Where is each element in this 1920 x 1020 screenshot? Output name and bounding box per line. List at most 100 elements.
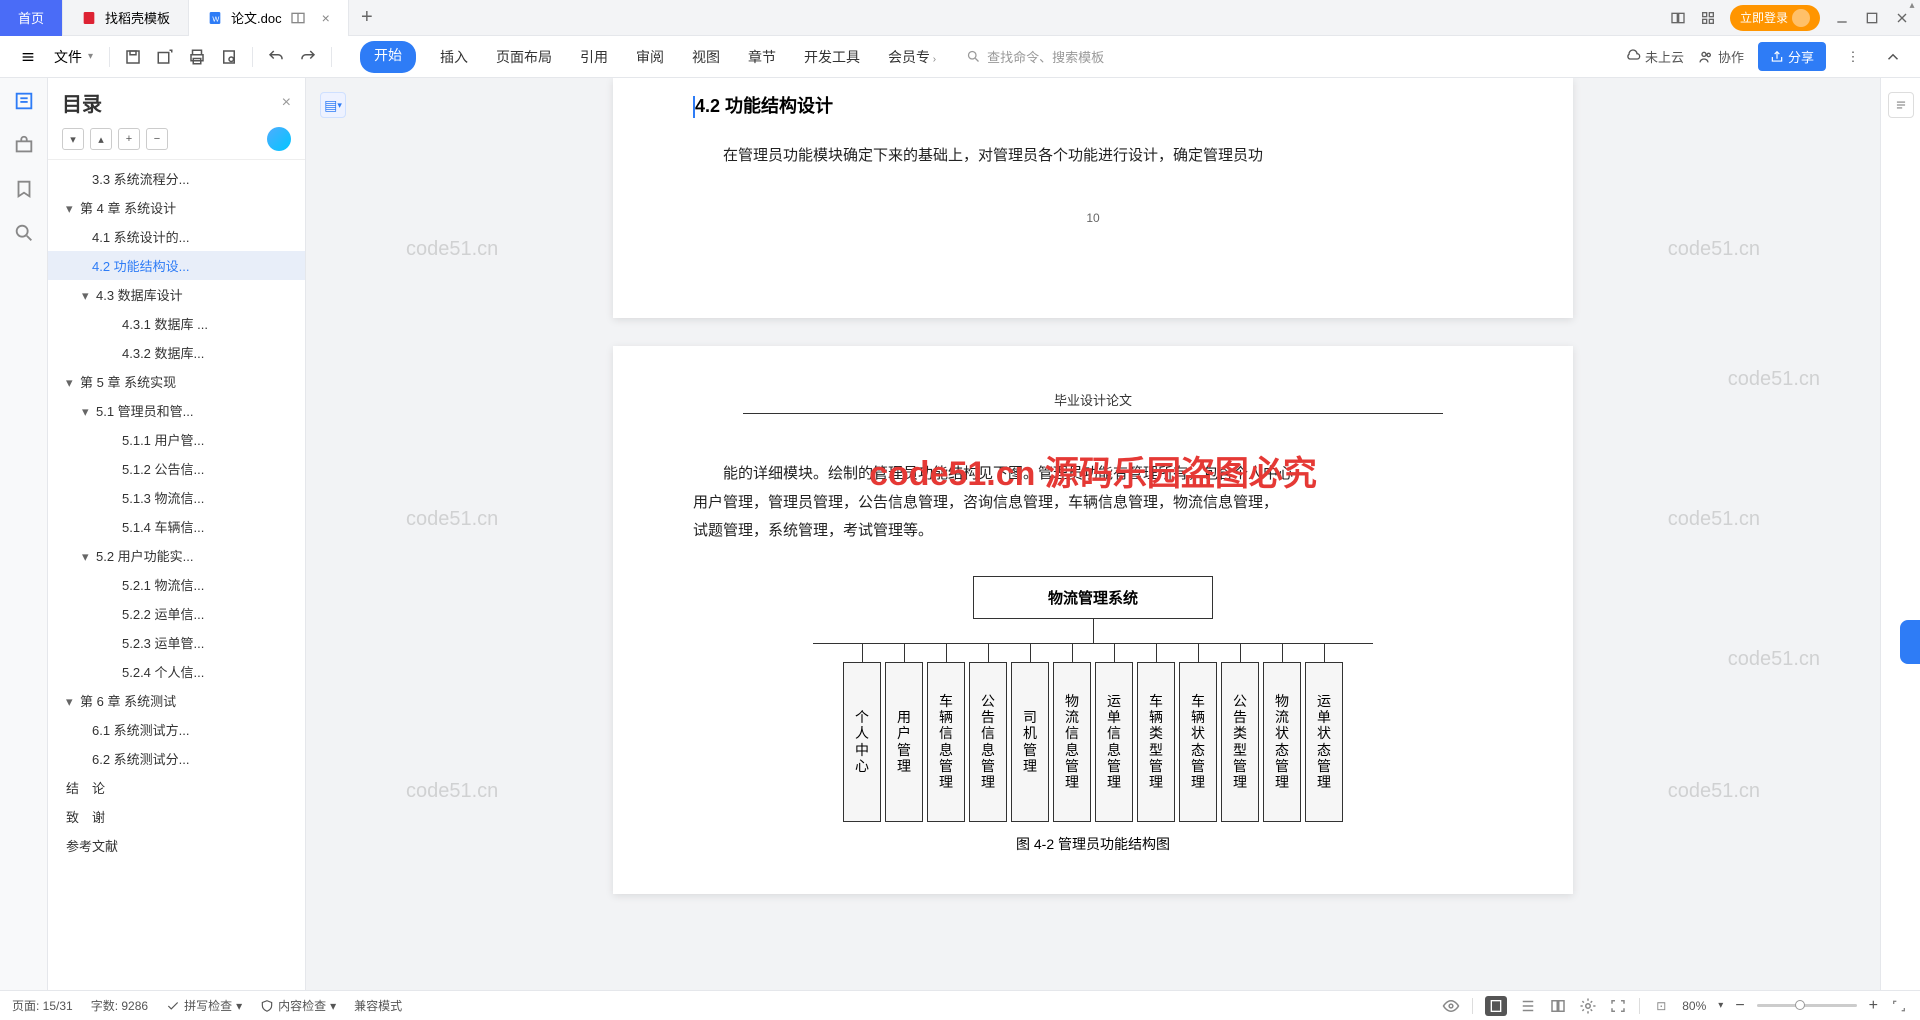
login-label: 立即登录 <box>1740 9 1788 26</box>
chevron-up-icon <box>1884 48 1902 66</box>
split-icon[interactable] <box>290 10 306 26</box>
tree-item[interactable]: ▾4.3 数据库设计 <box>48 280 305 309</box>
tree-item[interactable]: 结 论 <box>48 773 305 802</box>
tree-item[interactable]: 5.1.4 车辆信... <box>48 512 305 541</box>
collapse-ribbon-button[interactable] <box>1880 44 1906 70</box>
tree-item[interactable]: 3.3 系统流程分... <box>48 164 305 193</box>
ribbon-pagelayout[interactable]: 页面布局 <box>492 41 556 73</box>
tree-item[interactable]: ▾第 6 章 系统测试 <box>48 686 305 715</box>
scroll-up-icon[interactable]: ▴ <box>1904 0 1920 16</box>
page: 毕业设计论文 code51.cn 源码乐园盗图必究 能的详细模块。绘制的管理员功… <box>613 346 1573 894</box>
new-tab-button[interactable]: + <box>349 6 385 29</box>
eye-icon[interactable] <box>1442 997 1460 1015</box>
login-button[interactable]: 立即登录 <box>1730 5 1820 31</box>
org-node: 车辆信息管理 <box>927 662 965 822</box>
tab-label: 论文.doc <box>231 8 282 27</box>
org-node: 物流信息管理 <box>1053 662 1091 822</box>
ribbon-view[interactable]: 视图 <box>688 41 724 73</box>
minimize-icon[interactable] <box>1834 10 1850 26</box>
page-nav-button[interactable]: ▤▾ <box>320 92 346 118</box>
tree-item[interactable]: 致 谢 <box>48 802 305 831</box>
apps-icon[interactable] <box>1700 10 1716 26</box>
tree-item[interactable]: 参考文献 <box>48 831 305 860</box>
undo-icon <box>267 48 285 66</box>
fit-width-icon[interactable]: ⊡ <box>1652 997 1670 1015</box>
ai-button[interactable] <box>267 127 291 151</box>
view-web-icon[interactable] <box>1549 997 1567 1015</box>
status-bar: 页面: 15/31 字数: 9286 拼写检查 ▾ 内容检查 ▾ 兼容模式 ⊡ … <box>0 990 1920 1020</box>
outline-close-button[interactable]: × <box>282 94 291 112</box>
more-button[interactable]: ⋮ <box>1840 44 1866 70</box>
tree-item[interactable]: 5.2.2 运单信... <box>48 599 305 628</box>
fullscreen-icon[interactable] <box>1890 997 1908 1015</box>
layout-icon[interactable] <box>1670 10 1686 26</box>
undo-button[interactable] <box>263 44 289 70</box>
document-viewport[interactable]: ▤▾ code51.cn code51.cn code51.cn code51.… <box>306 78 1880 990</box>
expand-all-button[interactable]: ▴ <box>90 128 112 150</box>
bookmark-icon[interactable] <box>13 178 35 200</box>
zoom-display[interactable]: 80% <box>1682 999 1706 1013</box>
hamburger-button[interactable] <box>14 45 42 69</box>
tree-item[interactable]: 5.1.3 物流信... <box>48 483 305 512</box>
content-check[interactable]: 内容检查 ▾ <box>260 997 336 1014</box>
toolbox-icon[interactable] <box>13 134 35 156</box>
vertical-scrollbar[interactable]: ▴ <box>1904 0 1920 1020</box>
tree-item[interactable]: 4.1 系统设计的... <box>48 222 305 251</box>
zoom-out-button[interactable]: − <box>1735 997 1744 1015</box>
tree-item[interactable]: ▾5.1 管理员和管... <box>48 396 305 425</box>
tab-templates[interactable]: 找稻壳模板 <box>63 0 189 36</box>
tab-home[interactable]: 首页 <box>0 0 63 36</box>
ribbon-member[interactable]: 会员专 › <box>884 41 940 73</box>
fit-icon[interactable] <box>1609 997 1627 1015</box>
ribbon-start[interactable]: 开始 <box>360 41 416 73</box>
redo-button[interactable] <box>295 44 321 70</box>
tree-item[interactable]: 6.1 系统测试方... <box>48 715 305 744</box>
word-count[interactable]: 字数: 9286 <box>91 997 148 1014</box>
tree-item[interactable]: 5.2.1 物流信... <box>48 570 305 599</box>
tree-item[interactable]: 4.3.2 数据库... <box>48 338 305 367</box>
ribbon-insert[interactable]: 插入 <box>436 41 472 73</box>
settings-icon[interactable] <box>1579 997 1597 1015</box>
zoom-slider[interactable] <box>1757 1004 1857 1007</box>
tree-item[interactable]: 5.1.2 公告信... <box>48 454 305 483</box>
side-handle[interactable] <box>1900 620 1920 664</box>
tree-item[interactable]: 6.2 系统测试分... <box>48 744 305 773</box>
ribbon-chapter[interactable]: 章节 <box>744 41 780 73</box>
view-outline-icon[interactable] <box>1519 997 1537 1015</box>
save-button[interactable] <box>120 44 146 70</box>
maximize-icon[interactable] <box>1864 10 1880 26</box>
share-button[interactable]: 分享 <box>1758 42 1826 71</box>
tree-item[interactable]: ▾第 4 章 系统设计 <box>48 193 305 222</box>
tree-item[interactable]: 5.1.1 用户管... <box>48 425 305 454</box>
outline-icon[interactable] <box>13 90 35 112</box>
main-area: 目录 × ▾ ▴ + − 3.3 系统流程分... ▾第 4 章 系统设计 4.… <box>0 78 1920 990</box>
spellcheck-toggle[interactable]: 拼写检查 ▾ <box>166 997 242 1014</box>
tree-item[interactable]: 5.2.3 运单管... <box>48 628 305 657</box>
close-icon[interactable]: × <box>322 10 330 26</box>
print-button[interactable] <box>184 44 210 70</box>
ribbon-devtools[interactable]: 开发工具 <box>800 41 864 73</box>
zoom-in-button[interactable]: + <box>1869 997 1878 1015</box>
tree-item[interactable]: 4.2 功能结构设... <box>48 251 305 280</box>
find-icon[interactable] <box>13 222 35 244</box>
preview-button[interactable] <box>216 44 242 70</box>
ribbon-reference[interactable]: 引用 <box>576 41 612 73</box>
collapse-all-button[interactable]: ▾ <box>62 128 84 150</box>
command-search[interactable]: 查找命令、搜索模板 <box>966 47 1104 66</box>
tree-item[interactable]: ▾第 5 章 系统实现 <box>48 367 305 396</box>
saveas-button[interactable] <box>152 44 178 70</box>
promote-button[interactable]: + <box>118 128 140 150</box>
file-label: 文件 <box>54 47 82 67</box>
page-indicator[interactable]: 页面: 15/31 <box>12 997 73 1014</box>
demote-button[interactable]: − <box>146 128 168 150</box>
tree-item[interactable]: 5.2.4 个人信... <box>48 657 305 686</box>
ribbon-review[interactable]: 审阅 <box>632 41 668 73</box>
tree-item[interactable]: ▾5.2 用户功能实... <box>48 541 305 570</box>
org-children: 个人中心 用户管理 车辆信息管理 公告信息管理 司机管理 物流信息管理 运单信息… <box>693 644 1493 822</box>
file-menu[interactable]: 文件▾ <box>48 43 99 71</box>
tree-item[interactable]: 4.3.1 数据库 ... <box>48 309 305 338</box>
collab-button[interactable]: 协作 <box>1698 47 1744 66</box>
view-page-icon[interactable] <box>1485 996 1507 1016</box>
cloud-status[interactable]: 未上云 <box>1625 47 1684 66</box>
tab-document[interactable]: W 论文.doc × <box>189 0 349 36</box>
